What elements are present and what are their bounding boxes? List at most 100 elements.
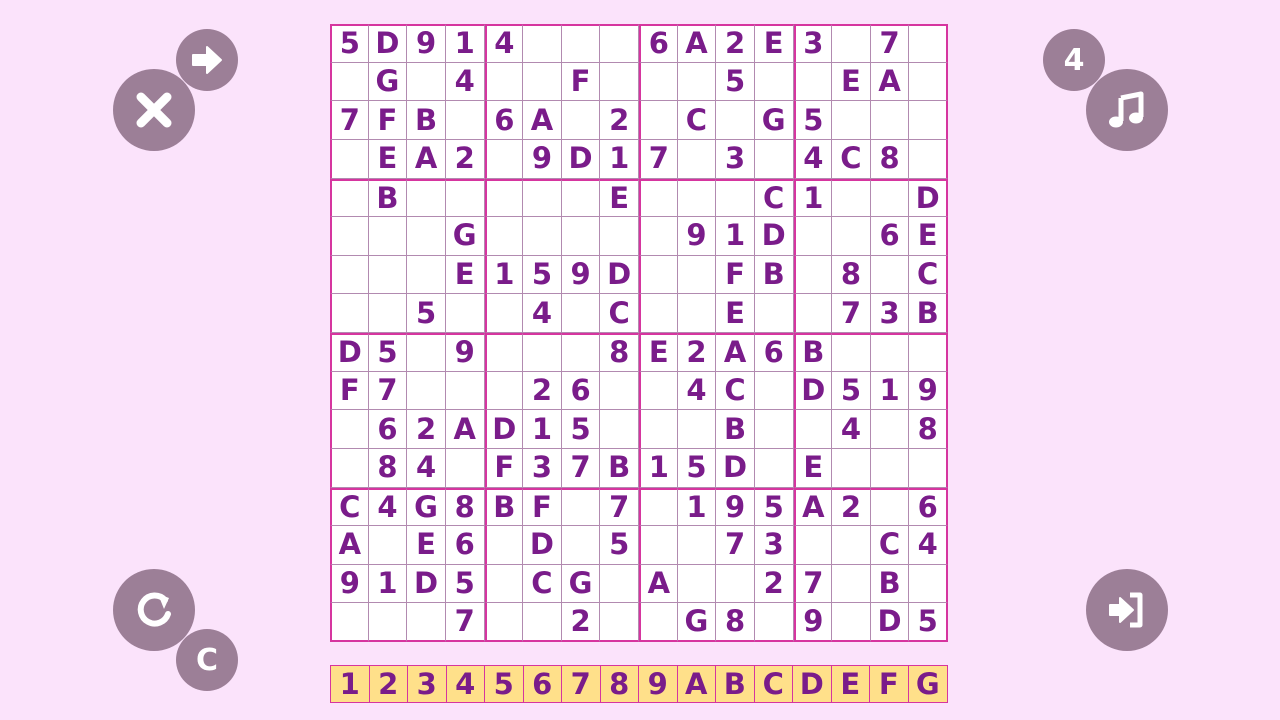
board-cell[interactable]: 7 xyxy=(716,526,755,565)
board-cell[interactable] xyxy=(330,62,369,102)
board-cell[interactable]: 7 xyxy=(832,294,871,333)
board-cell[interactable] xyxy=(754,294,794,333)
board-cell[interactable]: 1 xyxy=(870,371,910,411)
music-button[interactable] xyxy=(1086,69,1168,151)
board-cell[interactable] xyxy=(754,62,794,102)
board-cell[interactable]: 7 xyxy=(870,24,910,63)
board-cell[interactable] xyxy=(832,448,871,488)
board-cell[interactable] xyxy=(523,217,562,256)
board-cell[interactable]: 6 xyxy=(909,487,948,527)
board-cell[interactable]: 5 xyxy=(407,294,446,333)
board-cell[interactable]: 4 xyxy=(484,24,524,63)
board-cell[interactable]: 5 xyxy=(330,24,369,63)
board-cell[interactable]: 1 xyxy=(484,255,524,295)
board-cell[interactable]: A xyxy=(639,564,678,604)
board-cell[interactable] xyxy=(484,333,524,372)
board-cell[interactable]: 5 xyxy=(716,62,755,102)
board-cell[interactable] xyxy=(677,139,717,179)
board-cell[interactable]: D xyxy=(716,448,755,488)
board-cell[interactable] xyxy=(523,24,562,63)
board-cell[interactable] xyxy=(523,333,562,372)
board-cell[interactable]: 6 xyxy=(445,526,485,565)
palette-key[interactable]: F xyxy=(870,666,909,702)
board-cell[interactable]: 6 xyxy=(561,371,601,411)
board-cell[interactable] xyxy=(677,564,717,604)
board-cell[interactable]: 5 xyxy=(909,603,948,642)
board-cell[interactable]: 1 xyxy=(716,217,755,256)
board-cell[interactable] xyxy=(639,526,678,565)
board-cell[interactable] xyxy=(445,101,485,140)
board-cell[interactable] xyxy=(445,178,485,218)
board-cell[interactable] xyxy=(407,178,446,218)
board-cell[interactable] xyxy=(639,603,678,642)
board-cell[interactable]: 9 xyxy=(407,24,446,63)
board-cell[interactable] xyxy=(600,410,639,449)
board-cell[interactable] xyxy=(445,294,485,333)
board-cell[interactable]: 8 xyxy=(716,603,755,642)
board-cell[interactable] xyxy=(407,217,446,256)
board-cell[interactable] xyxy=(870,487,910,527)
board-cell[interactable]: 8 xyxy=(909,410,948,449)
board-cell[interactable]: B xyxy=(368,178,408,218)
palette-key[interactable]: D xyxy=(793,666,832,702)
board-cell[interactable] xyxy=(793,410,833,449)
board-cell[interactable] xyxy=(561,178,601,218)
board-cell[interactable] xyxy=(909,101,948,140)
board-cell[interactable] xyxy=(832,526,871,565)
board-cell[interactable]: 2 xyxy=(677,333,717,372)
board-cell[interactable]: 4 xyxy=(909,526,948,565)
palette-key[interactable]: 5 xyxy=(485,666,524,702)
palette-key[interactable]: A xyxy=(678,666,716,702)
board-cell[interactable]: 5 xyxy=(368,333,408,372)
board-cell[interactable]: A xyxy=(793,487,833,527)
board-cell[interactable] xyxy=(407,62,446,102)
board-cell[interactable] xyxy=(793,255,833,295)
board-cell[interactable] xyxy=(600,217,639,256)
board-cell[interactable] xyxy=(832,564,871,604)
board-cell[interactable]: C xyxy=(832,139,871,179)
board-cell[interactable]: 6 xyxy=(639,24,678,63)
board-cell[interactable]: 1 xyxy=(445,24,485,63)
board-cell[interactable] xyxy=(754,603,794,642)
board-cell[interactable] xyxy=(368,255,408,295)
board-cell[interactable]: E xyxy=(716,294,755,333)
board-cell[interactable]: 2 xyxy=(523,371,562,411)
board-cell[interactable]: 4 xyxy=(523,294,562,333)
board-cell[interactable]: 6 xyxy=(368,410,408,449)
board-cell[interactable]: B xyxy=(407,101,446,140)
board-cell[interactable]: A xyxy=(677,24,717,63)
board-cell[interactable]: D xyxy=(600,255,639,295)
board-cell[interactable] xyxy=(561,526,601,565)
board-cell[interactable]: 3 xyxy=(870,294,910,333)
board-cell[interactable] xyxy=(407,255,446,295)
board-cell[interactable]: 7 xyxy=(561,448,601,488)
palette-key[interactable]: 3 xyxy=(408,666,447,702)
board-cell[interactable]: C xyxy=(754,178,794,218)
board-cell[interactable]: 9 xyxy=(330,564,369,604)
board-cell[interactable]: 5 xyxy=(561,410,601,449)
board-cell[interactable]: 5 xyxy=(832,371,871,411)
board-cell[interactable] xyxy=(523,178,562,218)
board-cell[interactable]: 3 xyxy=(754,526,794,565)
board-cell[interactable]: E xyxy=(368,139,408,179)
board-cell[interactable]: A xyxy=(445,410,485,449)
board-cell[interactable]: 1 xyxy=(639,448,678,488)
board-cell[interactable]: 1 xyxy=(793,178,833,218)
board-cell[interactable] xyxy=(484,371,524,411)
board-cell[interactable]: B xyxy=(793,333,833,372)
board-cell[interactable]: 6 xyxy=(484,101,524,140)
board-cell[interactable] xyxy=(909,333,948,372)
board-cell[interactable] xyxy=(793,62,833,102)
board-cell[interactable] xyxy=(561,333,601,372)
board-cell[interactable]: C xyxy=(677,101,717,140)
board-cell[interactable]: E xyxy=(754,24,794,63)
board-cell[interactable] xyxy=(909,564,948,604)
board-cell[interactable]: D xyxy=(484,410,524,449)
board-cell[interactable]: E xyxy=(407,526,446,565)
board-cell[interactable]: F xyxy=(716,255,755,295)
palette-key[interactable]: 4 xyxy=(447,666,485,702)
board-cell[interactable] xyxy=(484,294,524,333)
palette-key[interactable]: G xyxy=(909,666,948,702)
board-cell[interactable] xyxy=(870,255,910,295)
palette-key[interactable]: 8 xyxy=(601,666,639,702)
